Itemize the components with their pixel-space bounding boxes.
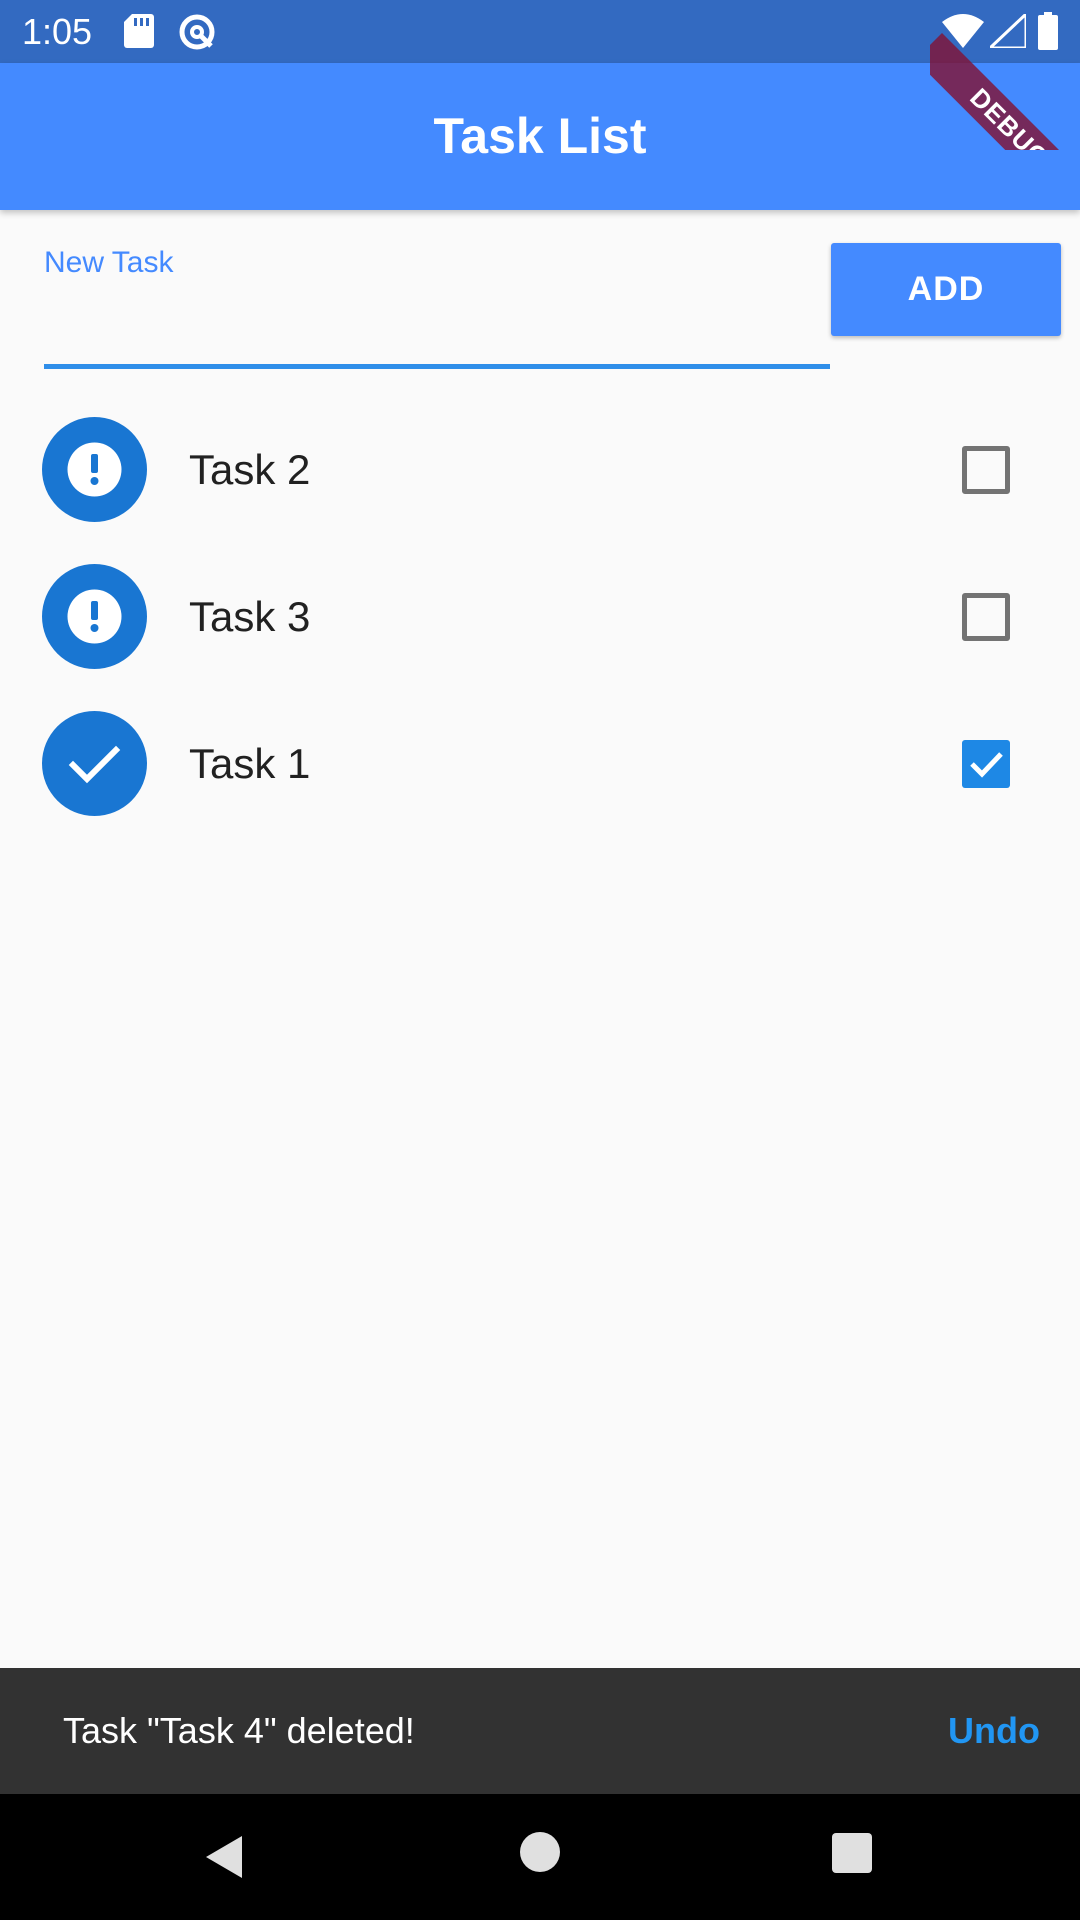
status-bar: 1:05 — [0, 0, 1080, 63]
new-task-label: New Task — [44, 246, 174, 279]
new-task-underline — [44, 364, 830, 369]
task-status-avatar — [42, 564, 147, 669]
status-time: 1:05 — [22, 11, 93, 52]
task-status-avatar — [42, 417, 147, 522]
undo-button[interactable]: Undo — [920, 1668, 1040, 1794]
q-app-icon — [179, 14, 215, 50]
signal-icon — [990, 14, 1026, 48]
battery-icon — [1038, 12, 1058, 50]
app-title: Task List — [433, 108, 647, 164]
task-name: Task 3 — [189, 593, 311, 640]
checkmark-icon — [970, 752, 1003, 778]
nav-bar — [0, 1794, 1080, 1920]
list-item[interactable]: Task 1 — [0, 690, 1080, 837]
alert-icon — [67, 589, 122, 644]
snackbar: Task "Task 4" deleted! Undo — [0, 1668, 1080, 1794]
check-icon — [68, 745, 121, 784]
task-checkbox-checked[interactable] — [962, 740, 1010, 788]
recents-icon[interactable] — [832, 1833, 872, 1873]
home-icon[interactable] — [520, 1832, 560, 1872]
task-checkbox[interactable] — [962, 446, 1010, 494]
screen: 1:05 Task List DEBUG New Task ADD Task 2… — [0, 0, 1080, 1920]
new-task-input[interactable] — [44, 288, 830, 368]
add-task-button[interactable]: ADD — [831, 243, 1061, 336]
task-name: Task 1 — [189, 740, 311, 787]
wifi-icon — [942, 14, 984, 48]
back-icon[interactable] — [202, 1832, 252, 1882]
alert-icon — [67, 442, 122, 497]
list-item[interactable]: Task 2 — [0, 396, 1080, 543]
task-checkbox[interactable] — [962, 593, 1010, 641]
sd-card-icon — [124, 14, 154, 48]
app-bar: Task List — [0, 63, 1080, 210]
task-name: Task 2 — [189, 446, 311, 493]
snackbar-message: Task "Task 4" deleted! — [63, 1710, 415, 1751]
task-status-avatar — [42, 711, 147, 816]
list-item[interactable]: Task 3 — [0, 543, 1080, 690]
